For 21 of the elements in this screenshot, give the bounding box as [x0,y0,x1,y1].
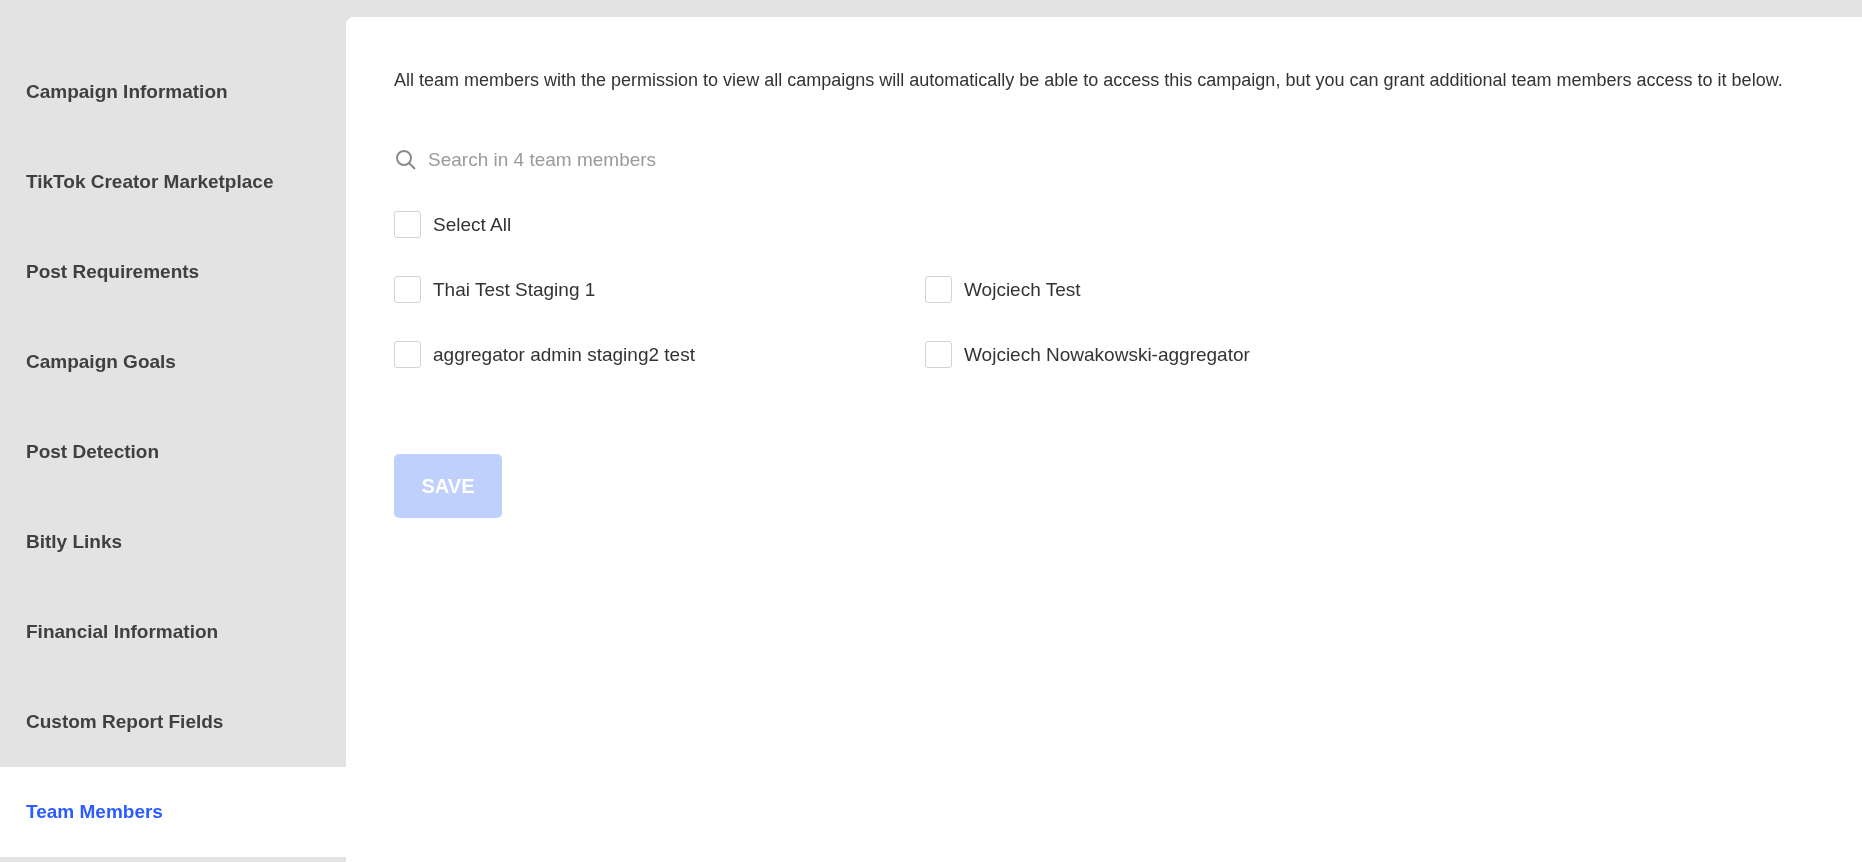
checkbox[interactable] [394,211,421,238]
sidebar-item[interactable]: Campaign Goals [0,317,346,407]
checkbox[interactable] [925,341,952,368]
checkbox[interactable] [925,276,952,303]
checkbox-label: Thai Test Staging 1 [433,278,596,301]
checkbox-label: Wojciech Test [964,278,1081,301]
sidebar-item[interactable]: Team Members [0,767,346,857]
description-text: All team members with the permission to view all campaigns will automatically be able to access this campaign, but you can grant additional team members access to it below. [394,69,1784,92]
sidebar-item[interactable]: Post Requirements [0,227,346,317]
sidebar-item[interactable]: Bitly Links [0,497,346,587]
sidebar-item[interactable]: Campaign Information [0,47,346,137]
sidebar-item[interactable]: TikTok Creator Marketplace [0,137,346,227]
checkbox-label: Select All [433,213,512,236]
checkbox[interactable] [394,341,421,368]
checkbox-label: Wojciech Nowakowski-aggregator [964,343,1250,366]
search-icon [394,148,418,172]
checkbox[interactable] [394,276,421,303]
sidebar-item[interactable]: Custom Report Fields [0,677,346,767]
sidebar-item[interactable]: Financial Information [0,587,346,677]
sidebar-item[interactable]: Post Detection [0,407,346,497]
checkbox-label: aggregator admin staging2 test [433,343,695,366]
